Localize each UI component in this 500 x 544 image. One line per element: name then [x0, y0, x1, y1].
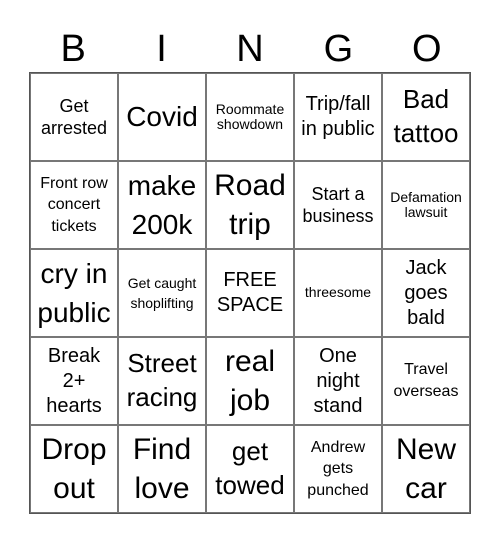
cell-text: get towed: [215, 436, 285, 500]
cell-text: Get arrested: [40, 95, 108, 139]
bingo-cell[interactable]: Get arrested: [30, 73, 118, 161]
cell-text: Bad tattoo: [393, 84, 459, 148]
cell-text: cry in public: [37, 257, 111, 328]
bingo-cell[interactable]: Covid: [118, 73, 206, 161]
bingo-cell[interactable]: Jack goes bald: [382, 249, 470, 337]
cell-text: Break 2+ hearts: [46, 344, 102, 417]
bingo-cell[interactable]: Get caught shoplifting: [118, 249, 206, 337]
bingo-cell[interactable]: Drop out: [30, 425, 118, 513]
cell-text: Front row concert tickets: [40, 174, 108, 235]
cell-text: Jack goes bald: [404, 256, 448, 329]
bingo-cell[interactable]: Break 2+ hearts: [30, 337, 118, 425]
bingo-cell[interactable]: Roommate showdown: [206, 73, 294, 161]
cell-text: real job: [224, 345, 276, 417]
bingo-cell[interactable]: Trip/fall in public: [294, 73, 382, 161]
cell-text: Street racing: [126, 348, 198, 412]
bingo-cell[interactable]: get towed: [206, 425, 294, 513]
header-letter-i: I: [156, 28, 167, 70]
cell-text: Trip/fall in public: [301, 93, 375, 140]
cell-text: threesome: [304, 284, 372, 301]
cell-text: make 200k: [127, 169, 197, 240]
bingo-cell[interactable]: real job: [206, 337, 294, 425]
cell-text: Drop out: [41, 433, 107, 505]
bingo-cell[interactable]: Andrew gets punched: [294, 425, 382, 513]
cell-text: Defamation lawsuit: [390, 188, 462, 220]
cell-text: Andrew gets punched: [307, 438, 369, 499]
bingo-cell[interactable]: threesome: [294, 249, 382, 337]
bingo-cell[interactable]: Defamation lawsuit: [382, 161, 470, 249]
bingo-cell[interactable]: Travel overseas: [382, 337, 470, 425]
bingo-cell[interactable]: Front row concert tickets: [30, 161, 118, 249]
bingo-grid: Get arrested Covid Roommate showdown Tri…: [29, 72, 471, 514]
cell-text: Covid: [126, 101, 198, 133]
cell-text: Road trip: [214, 169, 286, 241]
header-letter-g: G: [323, 28, 354, 70]
bingo-header: B I N G O: [29, 27, 471, 72]
bingo-cell[interactable]: New car: [382, 425, 470, 513]
cell-text: FREE SPACE: [216, 269, 284, 316]
bingo-cell[interactable]: make 200k: [118, 161, 206, 249]
cell-text: New car: [395, 433, 456, 505]
bingo-cell[interactable]: One night stand: [294, 337, 382, 425]
bingo-cell[interactable]: Street racing: [118, 337, 206, 425]
header-letter-b: B: [60, 28, 86, 70]
bingo-cell[interactable]: Find love: [118, 425, 206, 513]
bingo-cell[interactable]: Bad tattoo: [382, 73, 470, 161]
header-letter-n: N: [236, 28, 264, 70]
bingo-cell[interactable]: Road trip: [206, 161, 294, 249]
cell-text: Travel overseas: [393, 361, 459, 400]
cell-text: Roommate showdown: [215, 100, 285, 132]
cell-text: Start a business: [302, 183, 374, 227]
free-space-cell[interactable]: FREE SPACE: [206, 249, 294, 337]
cell-text: One night stand: [313, 344, 363, 417]
bingo-cell[interactable]: Start a business: [294, 161, 382, 249]
cell-text: Get caught shoplifting: [127, 274, 197, 311]
cell-text: Find love: [132, 433, 192, 505]
header-letter-o: O: [411, 28, 442, 70]
bingo-cell[interactable]: cry in public: [30, 249, 118, 337]
